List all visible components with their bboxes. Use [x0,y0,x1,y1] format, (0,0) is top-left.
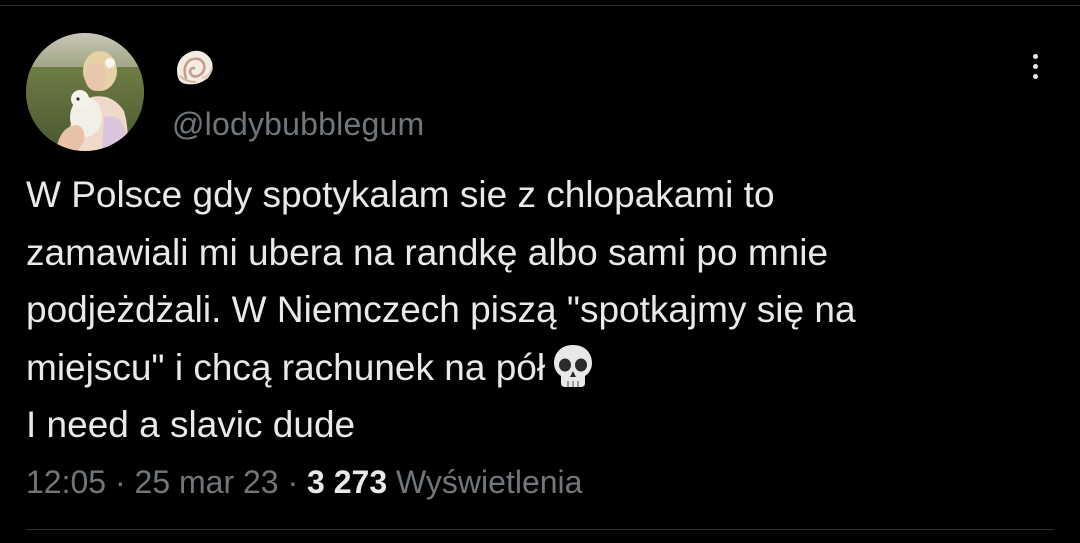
tweet-text-segment: miejscu" i chcą rachunek na pół [26,346,546,388]
bottom-divider [26,529,1054,530]
tweet-meta: 12:05 · 25 mar 23 · 3 273 Wyświetlenia [26,462,582,502]
tweet-text-line: W Polsce gdy spotykalam sie z chlopakami… [26,174,775,215]
more-options-button[interactable] [1018,48,1052,84]
top-border [0,0,1080,6]
avatar[interactable] [26,33,144,151]
views-count: 3 273 [307,464,388,500]
more-dot-icon [1032,73,1038,79]
views-label[interactable]: Wyświetlenia [396,464,582,500]
tweet-text-line-with-emoji: miejscu" i chcą rachunek na pół [26,339,1056,397]
more-dot-icon [1032,63,1038,69]
tweet-time[interactable]: 12:05 [26,464,106,500]
user-handle[interactable]: @lodybubblegum [172,104,424,144]
tweet-date[interactable]: 25 mar 23 [135,464,279,500]
tweet-text-line: I need a slavic dude [26,404,356,446]
spiral-shell-icon [177,50,213,85]
meta-separator: · [114,464,126,500]
skull-icon [554,345,593,387]
display-name[interactable] [172,48,216,88]
tweet-text-line: zamawiali mi ubera na randkę albo sami p… [26,231,829,273]
tweet-text-line: podjeżdżali. W Niemczech piszą "spotkajm… [26,289,856,331]
more-dot-icon [1032,53,1038,59]
tweet-text: W Polsce gdy spotykalam sie z chlopakami… [26,166,1056,454]
meta-separator: · [287,464,299,500]
